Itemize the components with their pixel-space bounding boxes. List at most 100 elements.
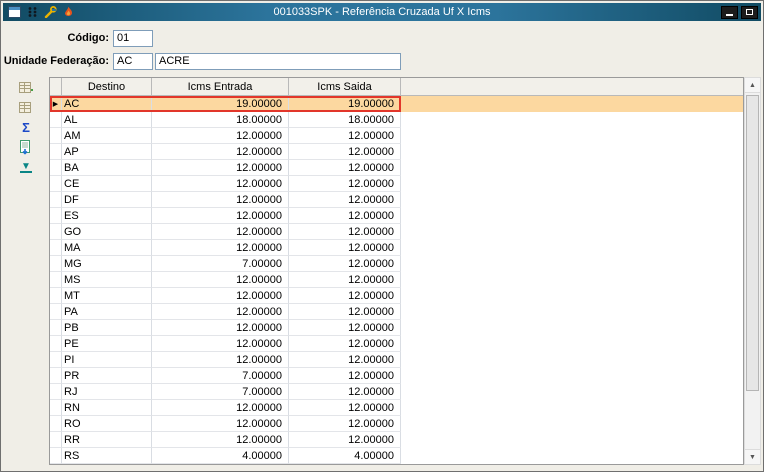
table-row[interactable]: RS 4.00000 4.00000 [50,448,743,464]
table-row[interactable]: RN 12.00000 12.00000 [50,400,743,416]
cell-icms-entrada[interactable]: 12.00000 [152,288,289,304]
cell-destino[interactable]: MS [62,272,152,288]
cell-destino[interactable]: DF [62,192,152,208]
flame-icon[interactable] [61,6,75,19]
column-header-icms-entrada[interactable]: Icms Entrada [152,78,289,96]
cell-icms-saida[interactable]: 4.00000 [289,448,401,464]
cell-icms-saida[interactable]: 12.00000 [289,352,401,368]
cell-icms-saida[interactable]: 12.00000 [289,304,401,320]
cell-icms-entrada[interactable]: 12.00000 [152,160,289,176]
table-row[interactable]: PA 12.00000 12.00000 [50,304,743,320]
scrollbar-thumb[interactable] [746,95,759,391]
table-row[interactable]: PR 7.00000 12.00000 [50,368,743,384]
table-row[interactable]: MG 7.00000 12.00000 [50,256,743,272]
cell-icms-saida[interactable]: 12.00000 [289,400,401,416]
cell-icms-saida[interactable]: 12.00000 [289,384,401,400]
cell-icms-entrada[interactable]: 4.00000 [152,448,289,464]
cell-destino[interactable]: ES [62,208,152,224]
table-row[interactable]: AP 12.00000 12.00000 [50,144,743,160]
cell-icms-entrada[interactable]: 12.00000 [152,208,289,224]
column-header-icms-saida[interactable]: Icms Saida [289,78,401,96]
cell-icms-saida[interactable]: 12.00000 [289,288,401,304]
cell-icms-saida[interactable]: 12.00000 [289,432,401,448]
cell-destino[interactable]: PI [62,352,152,368]
codigo-input[interactable] [113,30,153,47]
table-row[interactable]: ES 12.00000 12.00000 [50,208,743,224]
cell-icms-entrada[interactable]: 7.00000 [152,368,289,384]
vertical-scrollbar[interactable]: ▲ ▼ [744,77,761,465]
cell-icms-entrada[interactable]: 12.00000 [152,416,289,432]
table-row[interactable]: PI 12.00000 12.00000 [50,352,743,368]
cell-destino[interactable]: GO [62,224,152,240]
cell-destino[interactable]: PA [62,304,152,320]
maximize-button[interactable] [741,6,758,19]
cell-icms-entrada[interactable]: 12.00000 [152,192,289,208]
table-row[interactable]: RJ 7.00000 12.00000 [50,384,743,400]
table-row[interactable]: DF 12.00000 12.00000 [50,192,743,208]
delete-record-icon[interactable] [16,99,36,116]
table-row[interactable]: MT 12.00000 12.00000 [50,288,743,304]
cell-icms-saida[interactable]: 12.00000 [289,336,401,352]
column-header-destino[interactable]: Destino [62,78,152,96]
cell-icms-entrada[interactable]: 12.00000 [152,240,289,256]
table-row[interactable]: GO 12.00000 12.00000 [50,224,743,240]
cell-icms-saida[interactable]: 12.00000 [289,160,401,176]
table-row[interactable]: RO 12.00000 12.00000 [50,416,743,432]
cell-icms-saida[interactable]: 12.00000 [289,320,401,336]
cell-icms-entrada[interactable]: 12.00000 [152,272,289,288]
cell-icms-saida[interactable]: 12.00000 [289,144,401,160]
export-icon[interactable] [16,139,36,156]
cell-destino[interactable]: MA [62,240,152,256]
cell-icms-entrada[interactable]: 12.00000 [152,176,289,192]
table-row[interactable]: AL 18.00000 18.00000 [50,112,743,128]
cell-icms-entrada[interactable]: 12.00000 [152,224,289,240]
cell-icms-entrada[interactable]: 12.00000 [152,336,289,352]
cell-icms-saida[interactable]: 12.00000 [289,272,401,288]
sum-icon[interactable]: Σ [16,119,36,136]
cell-destino[interactable]: MG [62,256,152,272]
cell-destino[interactable]: PR [62,368,152,384]
cell-destino[interactable]: AP [62,144,152,160]
cell-icms-saida[interactable]: 12.00000 [289,208,401,224]
navigator-dots-icon[interactable] [25,6,39,19]
cell-destino[interactable]: RJ [62,384,152,400]
cell-icms-saida[interactable]: 12.00000 [289,416,401,432]
cell-icms-entrada[interactable]: 12.00000 [152,128,289,144]
cell-icms-entrada[interactable]: 12.00000 [152,400,289,416]
table-row[interactable]: MS 12.00000 12.00000 [50,272,743,288]
table-row[interactable]: PB 12.00000 12.00000 [50,320,743,336]
table-row[interactable]: PE 12.00000 12.00000 [50,336,743,352]
cell-icms-saida[interactable]: 19.00000 [289,96,401,112]
cell-icms-entrada[interactable]: 12.00000 [152,304,289,320]
table-row[interactable]: ▶ AC 19.00000 19.00000 [50,96,743,112]
uf-name-input[interactable] [155,53,401,70]
cell-icms-saida[interactable]: 12.00000 [289,368,401,384]
cell-icms-saida[interactable]: 12.00000 [289,224,401,240]
cell-icms-entrada[interactable]: 7.00000 [152,384,289,400]
cell-icms-entrada[interactable]: 12.00000 [152,432,289,448]
cell-destino[interactable]: AC [62,96,152,112]
cell-destino[interactable]: AM [62,128,152,144]
table-row[interactable]: BA 12.00000 12.00000 [50,160,743,176]
cell-destino[interactable]: AL [62,112,152,128]
cell-destino[interactable]: RR [62,432,152,448]
cell-destino[interactable]: RN [62,400,152,416]
cell-destino[interactable]: MT [62,288,152,304]
scroll-down-icon[interactable]: ▼ [745,449,760,464]
insert-record-icon[interactable] [16,79,36,96]
cell-destino[interactable]: BA [62,160,152,176]
wrench-icon[interactable] [43,6,57,19]
cell-destino[interactable]: RO [62,416,152,432]
cell-icms-saida[interactable]: 12.00000 [289,240,401,256]
last-record-icon[interactable]: ▼ [16,159,36,176]
cell-icms-entrada[interactable]: 19.00000 [152,96,289,112]
cell-destino[interactable]: PB [62,320,152,336]
cell-icms-saida[interactable]: 18.00000 [289,112,401,128]
table-row[interactable]: CE 12.00000 12.00000 [50,176,743,192]
cell-icms-entrada[interactable]: 12.00000 [152,320,289,336]
form-icon[interactable] [7,6,21,19]
cell-icms-saida[interactable]: 12.00000 [289,128,401,144]
cell-destino[interactable]: PE [62,336,152,352]
cell-icms-saida[interactable]: 12.00000 [289,176,401,192]
uf-code-input[interactable] [113,53,153,70]
